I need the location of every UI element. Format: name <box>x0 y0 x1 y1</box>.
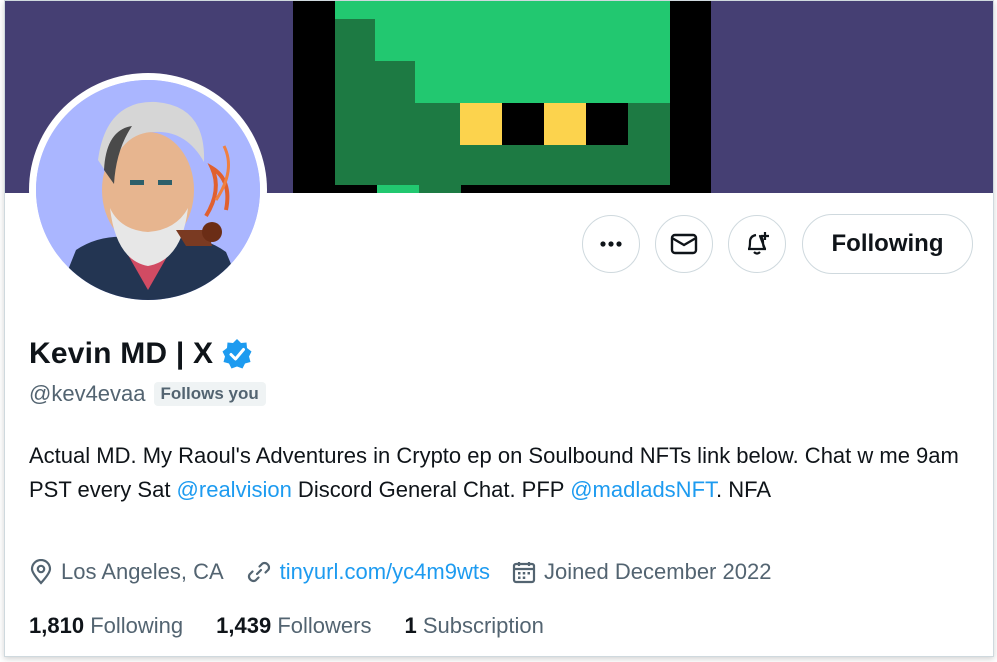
more-icon <box>600 241 622 247</box>
bio-text-3: . NFA <box>716 477 772 502</box>
follows-you-badge: Follows you <box>153 382 266 406</box>
bio-text-2: Discord General Chat. PFP <box>291 477 571 502</box>
avatar[interactable] <box>36 80 260 300</box>
subscription-count-link[interactable]: 1 Subscription <box>404 613 543 639</box>
subscription-label: Subscription <box>422 613 544 638</box>
following-button[interactable]: Following <box>802 214 973 274</box>
envelope-icon <box>670 233 698 255</box>
website-item: tinyurl.com/yc4m9wts <box>246 559 490 585</box>
display-name: Kevin MD | X <box>29 337 214 370</box>
profile-stats: 1,810 Following 1,439 Followers 1 Subscr… <box>29 613 577 639</box>
user-handle: @kev4evaa <box>29 381 146 406</box>
message-button[interactable] <box>655 215 713 273</box>
subscription-count: 1 <box>404 613 417 638</box>
mention-madladsnft-link[interactable]: @madladsNFT <box>570 477 716 502</box>
following-button-label: Following <box>831 230 944 257</box>
website-link[interactable]: tinyurl.com/yc4m9wts <box>280 559 490 585</box>
profile-bio: Actual MD. My Raoul's Adventures in Cryp… <box>29 439 959 507</box>
profile-meta: Los Angeles, CA tinyurl.com/yc4m9wts Joi… <box>29 559 793 585</box>
bell-plus-icon <box>747 232 769 255</box>
avatar-frame[interactable] <box>29 73 267 307</box>
joined-date: Joined December 2022 <box>543 559 772 584</box>
followers-count-link[interactable]: 1,439 Followers <box>216 613 371 639</box>
avatar-illustration <box>36 80 260 300</box>
link-icon <box>247 561 270 583</box>
calendar-icon <box>512 562 536 584</box>
followers-label: Followers <box>277 613 372 638</box>
followers-count: 1,439 <box>216 613 272 638</box>
notifications-button[interactable] <box>728 215 786 273</box>
following-count-link[interactable]: 1,810 Following <box>29 613 183 639</box>
following-label: Following <box>90 613 184 638</box>
verified-badge-icon[interactable] <box>221 338 253 370</box>
following-count: 1,810 <box>29 613 85 638</box>
joined-item: Joined December 2022 <box>512 559 771 585</box>
location-text: Los Angeles, CA <box>61 559 224 584</box>
profile-card: Following Kevin MD | X @kev4evaa Follows… <box>4 0 994 657</box>
name-row: Kevin MD | X <box>29 337 253 371</box>
location-item: Los Angeles, CA <box>29 559 224 585</box>
more-button[interactable] <box>582 215 640 273</box>
mention-realvision-link[interactable]: @realvision <box>177 477 292 502</box>
handle-row: @kev4evaa Follows you <box>29 381 266 407</box>
location-pin-icon <box>30 559 52 585</box>
